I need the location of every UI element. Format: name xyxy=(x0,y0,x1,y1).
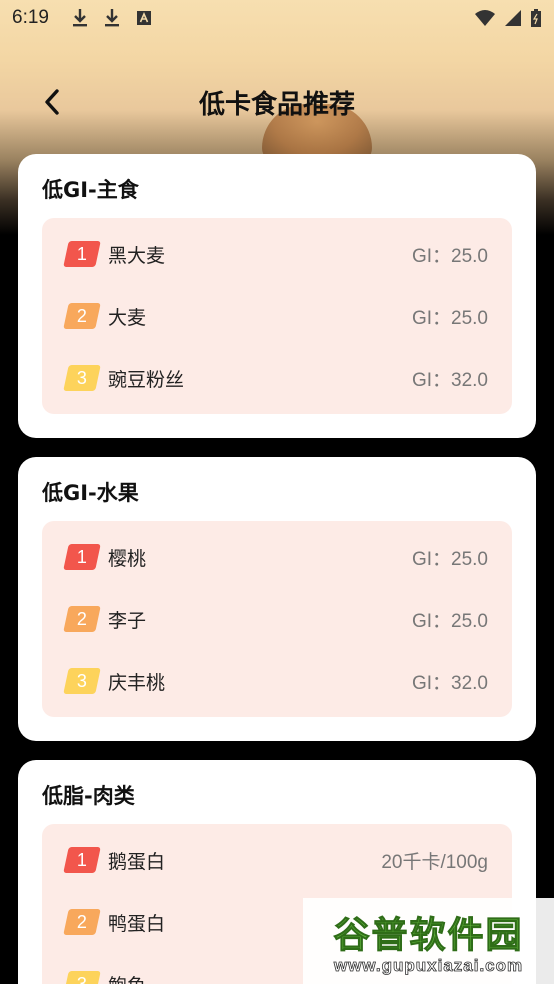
food-name: 李子 xyxy=(108,609,147,632)
list-item[interactable]: 3 庆丰桃 GI：32.0 xyxy=(42,661,512,701)
list-item[interactable]: 2 李子 GI：25.0 xyxy=(42,599,512,639)
status-time: 6:19 xyxy=(12,7,49,28)
food-value: 20千卡/100g xyxy=(381,851,488,873)
list-item[interactable]: 2 大麦 GI：25.0 xyxy=(42,296,512,336)
food-name: 大麦 xyxy=(108,306,147,329)
download-icon xyxy=(71,8,89,28)
section-title: 低脂-肉类 xyxy=(42,784,135,808)
food-value: GI：25.0 xyxy=(411,610,488,632)
rank-badge: 3 xyxy=(63,365,101,391)
signal-icon xyxy=(504,8,522,28)
food-name: 豌豆粉丝 xyxy=(108,368,185,391)
rank-badge: 3 xyxy=(63,971,101,984)
food-value: GI：25.0 xyxy=(411,245,488,267)
item-list: 1 樱桃 GI：25.0 2 李子 GI：25.0 3 庆丰桃 GI：32.0 xyxy=(42,521,512,717)
rank-badge: 2 xyxy=(63,303,101,329)
section-title: 低GI-水果 xyxy=(42,481,139,505)
food-name: 樱桃 xyxy=(108,547,147,570)
food-value: GI：25.0 xyxy=(411,548,488,570)
list-item[interactable]: 3 豌豆粉丝 GI：32.0 xyxy=(42,358,512,398)
rank-badge: 1 xyxy=(63,544,101,570)
battery-icon xyxy=(530,8,542,28)
food-name: 鲍鱼 xyxy=(108,971,146,984)
download-icon xyxy=(103,8,121,28)
section-title: 低GI-主食 xyxy=(42,178,139,202)
list-item[interactable]: 1 樱桃 GI：25.0 xyxy=(42,537,512,577)
list-item[interactable]: 1 黑大麦 GI：25.0 xyxy=(42,234,512,274)
rank-badge: 3 xyxy=(63,668,101,694)
watermark: 谷普软件园 www.gupuxiazai.com xyxy=(303,898,554,984)
rank-badge: 1 xyxy=(63,847,101,873)
food-value: GI：25.0 xyxy=(411,307,488,329)
food-name: 庆丰桃 xyxy=(108,671,166,694)
watermark-brand: 谷普软件园 xyxy=(333,915,524,957)
food-value: GI：32.0 xyxy=(411,369,488,391)
food-name: 鹅蛋白 xyxy=(108,850,166,873)
page-title: 低卡食品推荐 xyxy=(198,90,355,120)
wifi-icon xyxy=(474,8,496,28)
page-header: 低卡食品推荐 xyxy=(0,72,554,132)
rank-badge: 2 xyxy=(63,606,101,632)
watermark-url: www.gupuxiazai.com xyxy=(333,956,524,976)
section-card-fruit: 低GI-水果 1 樱桃 GI：25.0 2 李子 GI：25.0 3 庆丰桃 G… xyxy=(18,457,536,741)
food-value: GI：32.0 xyxy=(411,672,488,694)
list-item[interactable]: 1 鹅蛋白 20千卡/100g xyxy=(42,840,512,880)
rank-badge: 2 xyxy=(63,909,101,935)
status-bar: 6:19 xyxy=(0,0,554,36)
section-card-staple: 低GI-主食 1 黑大麦 GI：25.0 2 大麦 GI：25.0 3 豌豆粉丝… xyxy=(18,154,536,438)
rank-badge: 1 xyxy=(63,241,101,267)
food-name: 黑大麦 xyxy=(108,244,166,267)
item-list: 1 黑大麦 GI：25.0 2 大麦 GI：25.0 3 豌豆粉丝 GI：32.… xyxy=(42,218,512,414)
text-a-icon xyxy=(135,8,153,28)
food-name: 鸭蛋白 xyxy=(108,912,166,935)
